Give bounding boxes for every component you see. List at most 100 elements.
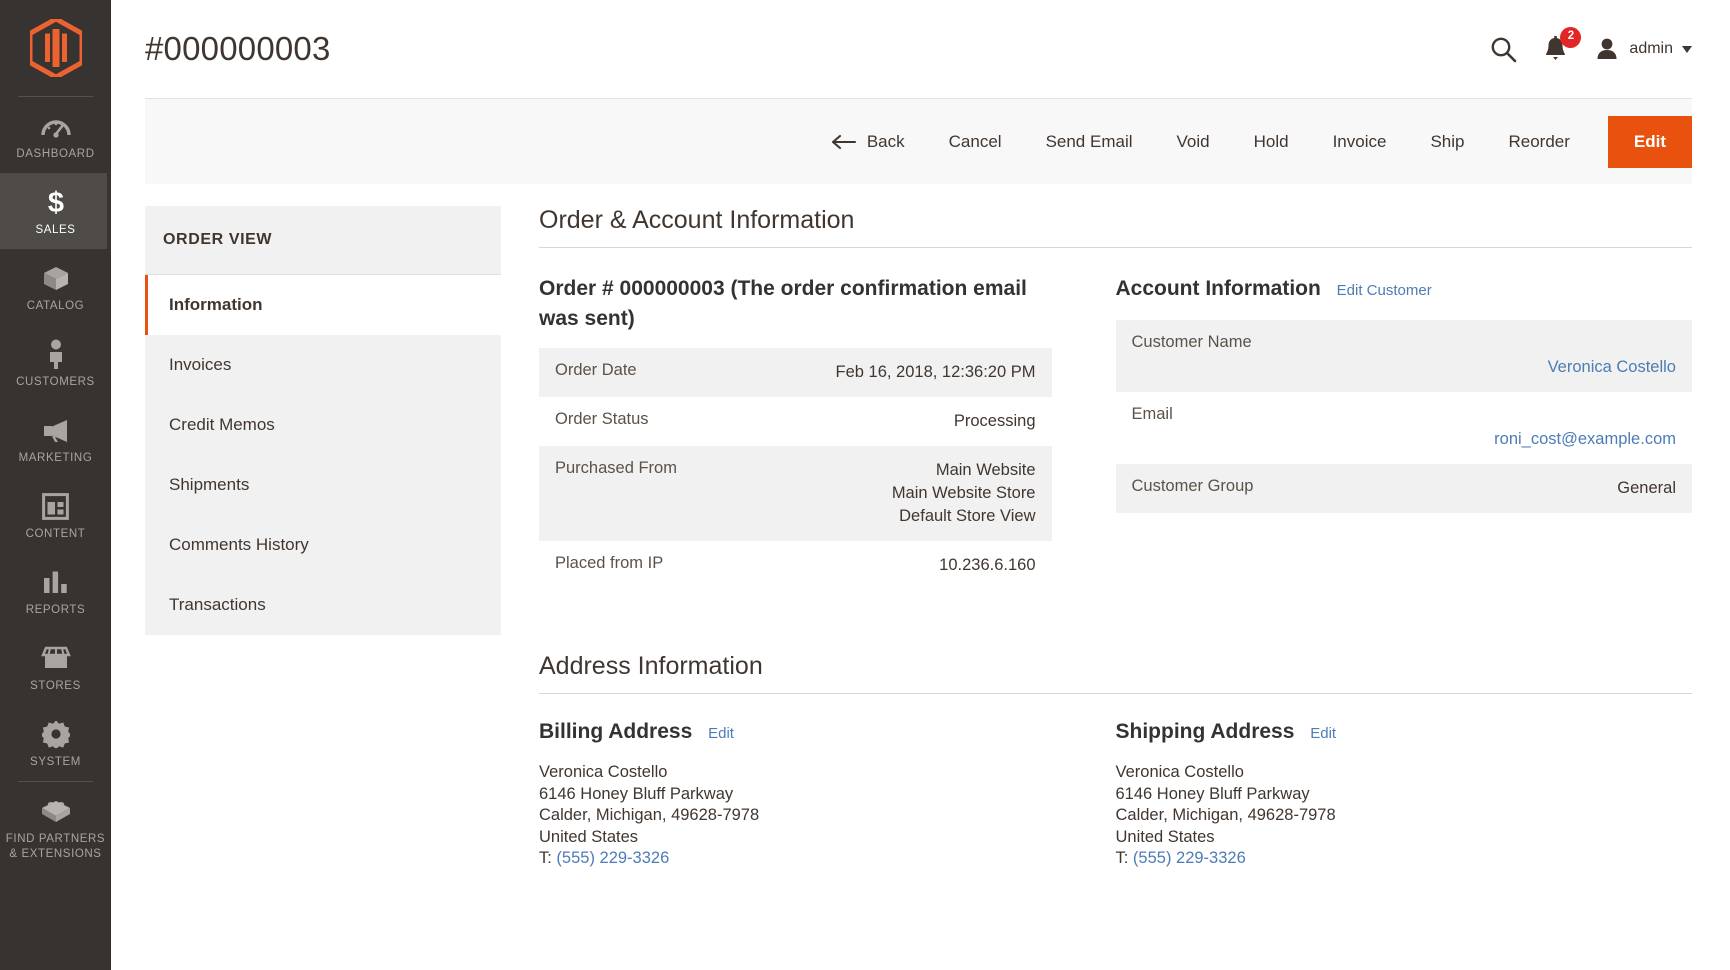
order-view-tab-shipments[interactable]: Shipments xyxy=(145,455,501,515)
billing-address-edit-link[interactable]: Edit xyxy=(708,725,734,742)
shipping-address-edit-link[interactable]: Edit xyxy=(1310,725,1336,742)
table-row: Order Status Processing xyxy=(539,397,1052,446)
user-avatar-icon xyxy=(1597,38,1617,59)
shipping-phone-link[interactable]: (555) 229-3326 xyxy=(1133,849,1246,867)
order-status-label: Order Status xyxy=(555,410,649,428)
edit-customer-link[interactable]: Edit Customer xyxy=(1337,282,1432,299)
order-view-tab-credit-memos[interactable]: Credit Memos xyxy=(145,395,501,455)
shipping-address-title-text: Shipping Address xyxy=(1115,720,1295,743)
placed-from-ip-value: 10.236.6.160 xyxy=(939,556,1036,574)
order-view-panel: ORDER VIEW Information Invoices Credit M… xyxy=(145,206,501,635)
admin-user-name: admin xyxy=(1629,40,1673,57)
account-block-title-text: Account Information xyxy=(1115,277,1321,300)
sidebar-item-find-partners-extensions[interactable]: FIND PARTNERS & EXTENSIONS xyxy=(0,782,111,874)
order-information-content: Order & Account Information Order # 0000… xyxy=(501,206,1692,870)
customer-email-link[interactable]: roni_cost@example.com xyxy=(1494,430,1676,448)
table-row: Customer Name Veronica Costello xyxy=(1115,320,1692,392)
table-row: Email roni_cost@example.com xyxy=(1116,392,1693,464)
sidebar-item-stores[interactable]: STORES xyxy=(0,629,111,705)
sidebar-item-catalog[interactable]: CATALOG xyxy=(0,249,111,325)
account-block-title: Account Information Edit Customer xyxy=(1116,274,1693,306)
order-view-tab-information[interactable]: Information xyxy=(145,275,501,335)
order-account-columns: Order # 000000003 (The order confirmatio… xyxy=(539,274,1692,590)
order-date-value: Feb 16, 2018, 12:36:20 PM xyxy=(743,348,1052,397)
app-root: DASHBOARD $ SALES CATALOG CUSTOMERS MARK… xyxy=(0,0,1730,970)
sidebar-item-marketing[interactable]: MARKETING xyxy=(0,401,111,477)
billing-address-body: Veronica Costello 6146 Honey Bluff Parkw… xyxy=(539,762,1052,870)
sidebar-item-label: SYSTEM xyxy=(30,756,81,768)
edit-button[interactable]: Edit xyxy=(1607,115,1692,168)
main-content-area: #000000003 2 admin Back Cancel Send Emai… xyxy=(111,0,1730,970)
billing-phone-row: T: (555) 229-3326 xyxy=(539,848,1052,870)
customer-name-value: Veronica Costello xyxy=(1356,320,1692,392)
send-email-button[interactable]: Send Email xyxy=(1024,99,1155,185)
main-sidebar: DASHBOARD $ SALES CATALOG CUSTOMERS MARK… xyxy=(0,0,111,970)
customer-name-link[interactable]: Veronica Costello xyxy=(1548,358,1676,376)
back-button-label: Back xyxy=(866,131,905,151)
dollar-sign-icon: $ xyxy=(45,187,67,217)
notifications-button[interactable]: 2 xyxy=(1543,26,1582,63)
sidebar-item-sales[interactable]: $ SALES xyxy=(0,173,111,249)
order-view-tab-transactions[interactable]: Transactions xyxy=(145,575,501,635)
order-date-label: Order Date xyxy=(539,348,744,397)
order-status-value: Processing xyxy=(953,412,1036,430)
shipping-country: United States xyxy=(1115,827,1215,846)
invoice-button[interactable]: Invoice xyxy=(1311,99,1409,185)
sidebar-item-content[interactable]: CONTENT xyxy=(0,477,111,553)
order-account-section-heading: Order & Account Information xyxy=(539,206,1692,248)
sidebar-item-label: REPORTS xyxy=(25,604,86,616)
lego-brick-icon xyxy=(41,796,71,826)
ship-button[interactable]: Ship xyxy=(1408,99,1486,185)
admin-user-menu[interactable]: admin xyxy=(1594,37,1692,61)
shipping-phone-prefix: T: xyxy=(1115,849,1133,867)
address-columns: Billing Address Edit Veronica Costello 6… xyxy=(539,720,1692,870)
dashboard-gauge-icon xyxy=(40,111,71,141)
table-row: Customer Group General xyxy=(1115,464,1692,513)
sidebar-item-system[interactable]: SYSTEM xyxy=(0,705,111,781)
shipping-address-block: Shipping Address Edit Veronica Costello … xyxy=(1116,720,1693,870)
table-row: Order Date Feb 16, 2018, 12:36:20 PM xyxy=(539,348,1052,397)
shipping-street: 6146 Honey Bluff Parkway xyxy=(1115,784,1310,803)
layout-page-icon xyxy=(42,491,69,521)
customer-email-value: roni_cost@example.com xyxy=(1357,392,1692,464)
sidebar-item-customers[interactable]: CUSTOMERS xyxy=(0,325,111,401)
order-information-block: Order # 000000003 (The order confirmatio… xyxy=(539,274,1116,590)
arrow-left-icon xyxy=(831,134,856,149)
storefront-icon xyxy=(40,643,71,673)
reorder-button[interactable]: Reorder xyxy=(1486,99,1591,185)
search-button[interactable] xyxy=(1490,36,1517,63)
notifications-count-badge: 2 xyxy=(1560,26,1582,48)
back-button[interactable]: Back xyxy=(831,99,927,185)
search-icon xyxy=(1492,37,1517,62)
table-row: Purchased From Main Website Main Website… xyxy=(539,446,1052,541)
chevron-down-icon xyxy=(1682,45,1692,53)
billing-phone-link[interactable]: (555) 229-3326 xyxy=(556,849,669,867)
gear-icon xyxy=(41,719,70,749)
page-header: #000000003 2 admin xyxy=(111,0,1730,98)
hold-button[interactable]: Hold xyxy=(1232,99,1311,185)
customer-email-label: Email xyxy=(1131,405,1173,423)
billing-country: United States xyxy=(539,827,639,846)
address-section-heading: Address Information xyxy=(539,652,1692,694)
magento-logo[interactable] xyxy=(0,0,111,96)
order-view-tab-invoices[interactable]: Invoices xyxy=(145,335,501,395)
billing-address-title: Billing Address Edit xyxy=(539,720,1052,744)
box-icon xyxy=(42,263,70,293)
void-button[interactable]: Void xyxy=(1155,99,1232,185)
shipping-address-body: Veronica Costello 6146 Honey Bluff Parkw… xyxy=(1116,762,1693,870)
page-title: #000000003 xyxy=(145,30,331,67)
billing-street: 6146 Honey Bluff Parkway xyxy=(539,784,734,803)
shipping-name: Veronica Costello xyxy=(1115,763,1244,781)
magento-logo-icon xyxy=(29,19,82,77)
order-view-tab-comments-history[interactable]: Comments History xyxy=(145,515,501,575)
svg-text:$: $ xyxy=(47,187,63,217)
billing-city-state-zip: Calder, Michigan, 49628-7978 xyxy=(539,806,760,824)
sidebar-item-reports[interactable]: REPORTS xyxy=(0,553,111,629)
table-row: Placed from IP 10.236.6.160 xyxy=(539,541,1052,590)
sidebar-item-label: DASHBOARD xyxy=(16,148,95,160)
shipping-phone-row: T: (555) 229-3326 xyxy=(1116,848,1693,870)
cancel-button[interactable]: Cancel xyxy=(927,99,1024,185)
page-body: ORDER VIEW Information Invoices Credit M… xyxy=(111,184,1730,870)
sidebar-item-dashboard[interactable]: DASHBOARD xyxy=(0,97,111,173)
purchased-from-value: Main Website Main Website Store Default … xyxy=(743,446,1052,541)
